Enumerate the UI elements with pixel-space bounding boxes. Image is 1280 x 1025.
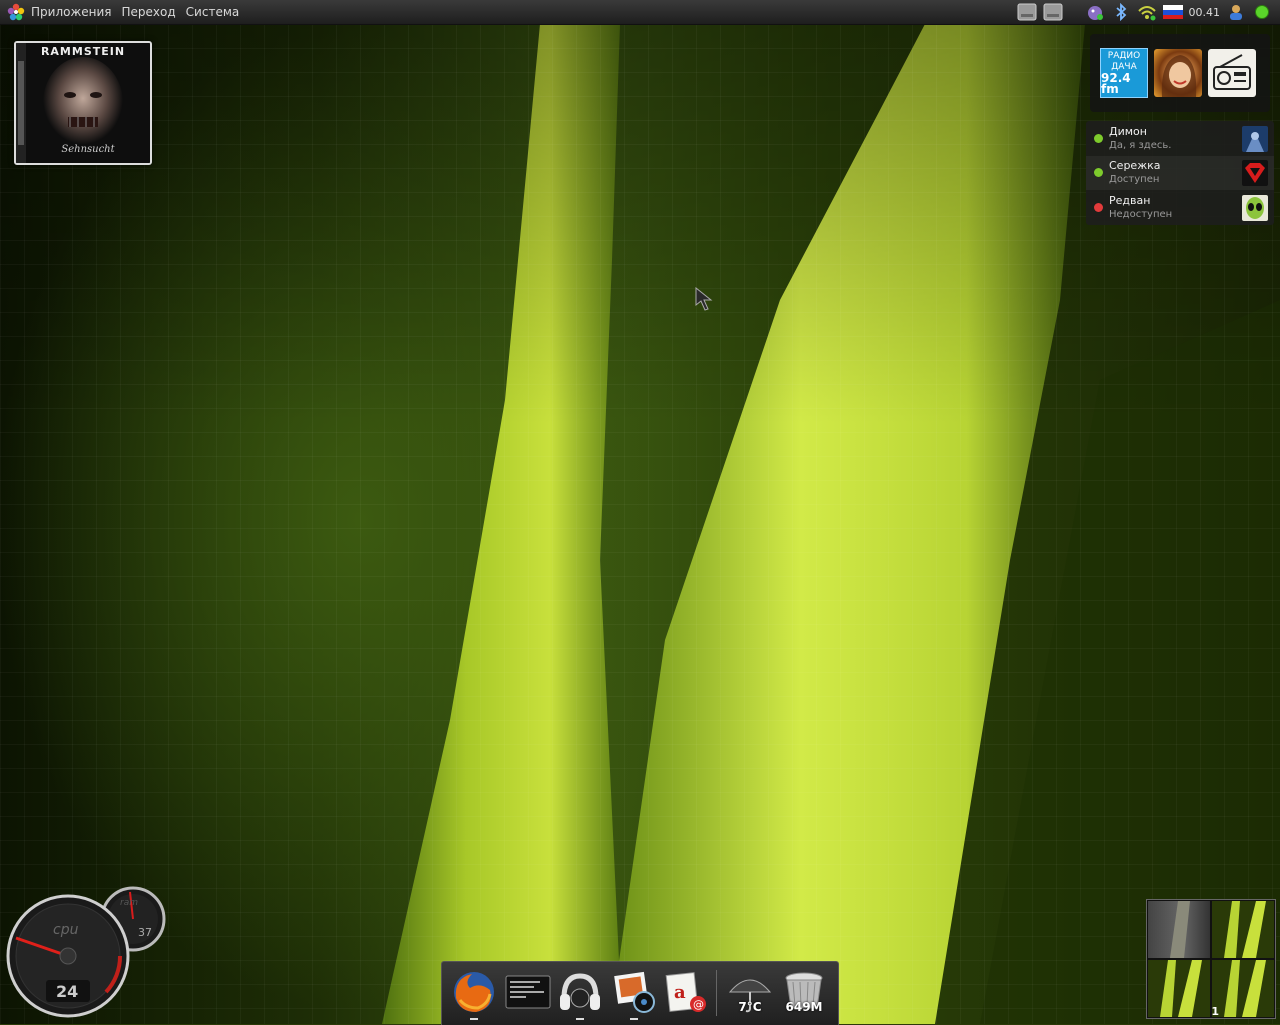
contact-avatar — [1242, 195, 1268, 221]
photos-icon — [610, 968, 658, 1016]
app-menu-logo-icon[interactable] — [6, 3, 26, 21]
status-online-icon[interactable] — [1252, 3, 1272, 21]
dock-separator — [716, 970, 717, 1016]
system-tray: 00.41 — [1017, 0, 1280, 24]
dock-item-firefox[interactable] — [450, 968, 498, 1016]
workspace-pager: 1 — [1146, 899, 1276, 1019]
contact-status: Да, я здесь. — [1109, 140, 1171, 151]
contact-name: Димон — [1109, 125, 1147, 138]
radio-frequency: 92.4 fm — [1101, 73, 1147, 95]
clock[interactable]: 00.41 — [1189, 6, 1221, 19]
radio-station-line1: РАДИО — [1108, 51, 1140, 62]
pidgin-icon[interactable] — [1085, 3, 1105, 21]
cpu-value: 24 — [56, 982, 78, 1001]
workspace-1[interactable] — [1148, 901, 1210, 958]
menu-places[interactable]: Переход — [117, 5, 181, 19]
dock: a @ 7°C 649M — [441, 961, 839, 1025]
weather-temperature: 7°C — [726, 1000, 774, 1014]
contacts-widget: Димон Да, я здесь. Сережка Доступен Редв… — [1086, 121, 1274, 225]
album-art-widget[interactable]: RAMMSTEIN Sehnsucht — [14, 41, 152, 165]
keyboard-layout-flag-icon[interactable] — [1163, 3, 1183, 21]
dock-item-music-player[interactable] — [556, 968, 604, 1016]
bluetooth-icon[interactable] — [1111, 3, 1131, 21]
contact-status: Недоступен — [1109, 209, 1172, 220]
dock-item-terminal[interactable] — [504, 968, 552, 1016]
workspace-thumbnail — [1148, 960, 1210, 1017]
workspace-thumbnail — [1148, 901, 1210, 958]
user-switcher-icon[interactable] — [1226, 3, 1246, 21]
radio-station-logo[interactable]: РАДИО ДАЧА 92.4 fm — [1100, 48, 1148, 98]
cpu-gauge[interactable]: cpu 24 — [6, 894, 130, 1018]
window-button-2-icon[interactable] — [1043, 3, 1063, 21]
current-workspace-number: 1 — [1211, 1005, 1219, 1018]
workspace-thumbnail — [1212, 960, 1274, 1017]
mouse-cursor-icon — [695, 287, 715, 313]
artist-face-icon — [1154, 49, 1202, 97]
menu-system[interactable]: Система — [181, 5, 245, 19]
album-band-name: RAMMSTEIN — [16, 45, 150, 58]
radio-artist-photo[interactable] — [1154, 49, 1202, 97]
headphones-icon — [556, 968, 604, 1016]
running-indicator — [630, 1018, 638, 1020]
radio-widget: РАДИО ДАЧА 92.4 fm — [1090, 34, 1270, 112]
dock-item-mail[interactable]: a @ — [662, 968, 710, 1016]
top-panel: Приложения Переход Система 00.41 — [0, 0, 1280, 25]
running-indicator — [470, 1018, 478, 1020]
contact-status: Доступен — [1109, 174, 1159, 185]
contact-item[interactable]: Редван Недоступен — [1086, 191, 1274, 225]
contact-name: Редван — [1109, 194, 1150, 207]
contact-avatar — [1242, 160, 1268, 186]
svg-text:a: a — [674, 982, 686, 1003]
dock-item-image-viewer[interactable] — [610, 968, 658, 1016]
svg-text:@: @ — [693, 998, 704, 1011]
ram-value: 37 — [138, 926, 152, 939]
dock-item-trash[interactable]: 649M — [780, 968, 828, 1016]
presence-offline-icon — [1094, 203, 1103, 212]
contact-name: Сережка — [1109, 159, 1161, 172]
contact-item[interactable]: Димон Да, я здесь. — [1086, 122, 1274, 156]
album-title: Sehnsucht — [36, 144, 140, 155]
dock-item-weather[interactable]: 7°C — [726, 968, 774, 1016]
firefox-icon — [450, 968, 498, 1016]
presence-online-icon — [1094, 168, 1103, 177]
running-indicator — [576, 1018, 584, 1020]
trash-size: 649M — [780, 1000, 828, 1014]
presence-online-icon — [1094, 134, 1103, 143]
cpu-label: cpu — [53, 922, 78, 938]
workspace-4[interactable] — [1212, 960, 1274, 1017]
window-button-1-icon[interactable] — [1017, 3, 1037, 21]
workspace-2[interactable] — [1212, 901, 1274, 958]
menu-applications[interactable]: Приложения — [26, 5, 117, 19]
radio-receiver-icon — [1208, 49, 1256, 97]
radio-player-button[interactable] — [1208, 49, 1256, 97]
wifi-icon[interactable] — [1137, 3, 1157, 21]
contact-avatar — [1242, 126, 1268, 152]
terminal-icon — [504, 968, 552, 1016]
workspace-thumbnail — [1212, 901, 1274, 958]
mail-icon: a @ — [662, 968, 710, 1016]
main-menu: Приложения Переход Система — [0, 0, 244, 24]
workspace-3[interactable] — [1148, 960, 1210, 1017]
contact-item[interactable]: Сережка Доступен — [1086, 156, 1274, 190]
